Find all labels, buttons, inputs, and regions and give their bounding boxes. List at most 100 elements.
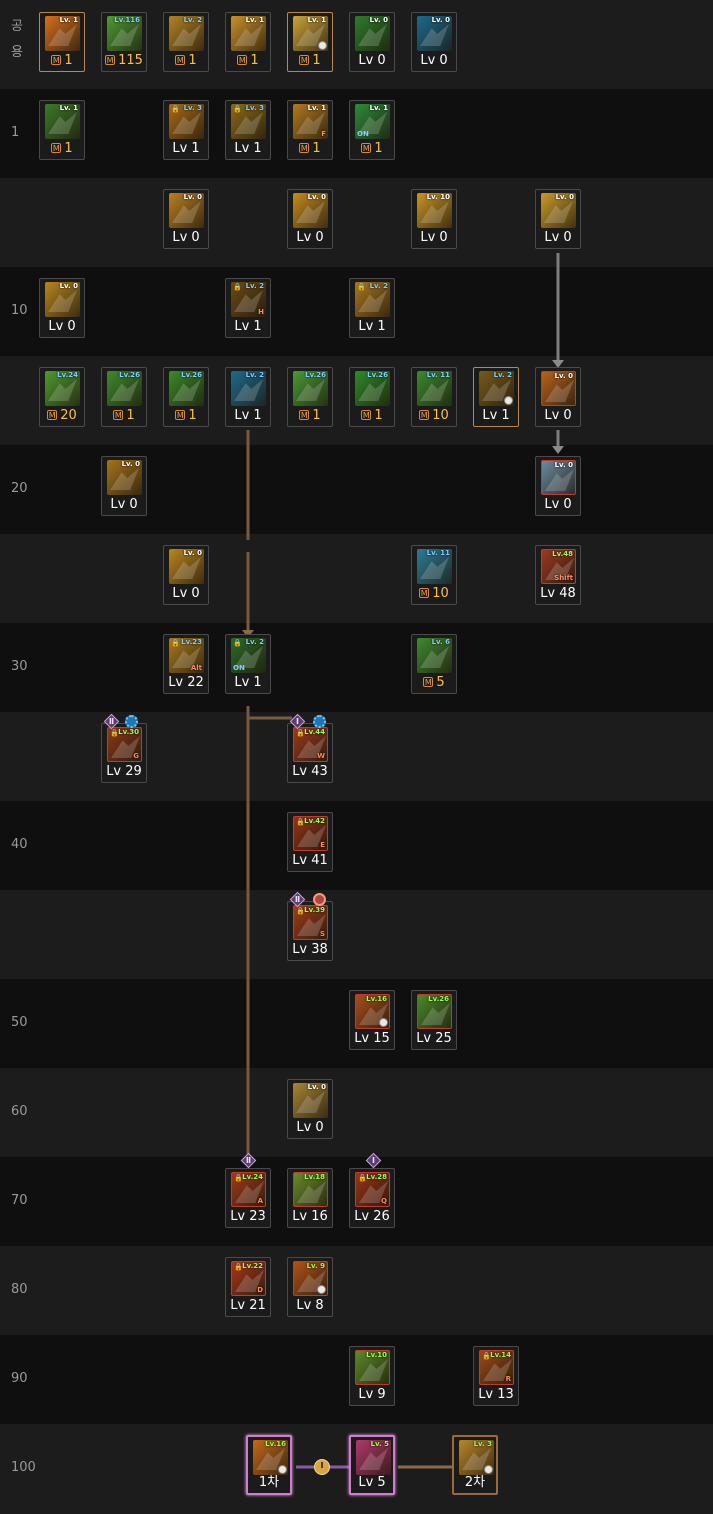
skill-slot[interactable]: Lv.116 M 115 bbox=[101, 12, 147, 72]
skill-slot[interactable]: Lv. 1 F M1 bbox=[287, 100, 333, 160]
gold-bolt-icon: Lv. 0 bbox=[169, 549, 204, 584]
green-moon-icon: Lv. 2 🔒 ON bbox=[231, 638, 266, 673]
max-level-tag: Lv. 2 bbox=[245, 282, 264, 290]
skill-slot[interactable]: Lv.26 M 1 bbox=[287, 367, 333, 427]
skill-level: Lv 0 bbox=[358, 53, 386, 68]
max-level-tag: Lv. 11 bbox=[426, 371, 450, 379]
hotkey-label: D bbox=[257, 1286, 263, 1294]
skill-slot[interactable]: Lv. 1 M1 bbox=[225, 12, 271, 72]
skill-slot[interactable]: Lv. 0 Lv 0 bbox=[535, 456, 581, 516]
mastery-icon: M bbox=[105, 55, 116, 65]
max-level-tag: Lv.23 bbox=[181, 638, 202, 646]
skill-slot[interactable]: Lv.26 M 1 bbox=[349, 367, 395, 427]
skill-slot[interactable]: Lv. 2 🔒 Lv 1 bbox=[349, 278, 395, 338]
max-level-tag: Lv. 6 bbox=[431, 638, 450, 646]
lock-icon: 🔒 bbox=[234, 1174, 243, 1182]
skill-slot[interactable]: Lv.28 🔒 Q Lv 26 bbox=[349, 1168, 395, 1228]
skill-slot[interactable]: Lv.10 Lv 9 bbox=[349, 1346, 395, 1406]
max-level-tag: Lv. 2 bbox=[245, 371, 264, 379]
skill-slot[interactable]: Lv. 0 Lv 0 bbox=[411, 12, 457, 72]
skill-slot[interactable]: Lv.23 🔒 Alt Lv 22 bbox=[163, 634, 209, 694]
skill-slot[interactable]: Lv. 3 🔒 Lv 1 bbox=[163, 100, 209, 160]
skill-slot[interactable]: Lv.26 M 1 bbox=[101, 367, 147, 427]
skill-slot[interactable]: Lv.44 🔒 W Lv 43 bbox=[287, 723, 333, 783]
max-level-tag: Lv. 0 bbox=[555, 193, 574, 201]
skill-slot[interactable]: Lv.42 🔒 E Lv 41 bbox=[287, 812, 333, 872]
hotkey-label: R bbox=[505, 1375, 511, 1383]
red-whirl-icon: Lv.24 🔒 A bbox=[231, 1172, 266, 1207]
skill-slot[interactable]: Lv.14 🔒 R Lv 13 bbox=[473, 1346, 519, 1406]
skill-slot[interactable]: Lv. 3 🔒 Lv 1 bbox=[225, 100, 271, 160]
skill-slot[interactable]: Lv. 0 Lv 0 bbox=[101, 456, 147, 516]
green-blades-icon: Lv.24 bbox=[45, 371, 80, 406]
skill-slot[interactable]: Lv. 11 M 10 bbox=[411, 545, 457, 605]
gold-dash-icon: Lv. 0 bbox=[107, 460, 142, 495]
max-level-tag: Lv.16 bbox=[265, 1440, 286, 1448]
icon-shape bbox=[48, 24, 77, 46]
skill-slot[interactable]: Lv. 6 M5 bbox=[411, 634, 457, 694]
skill-slot[interactable]: Lv. 1 M1 bbox=[39, 12, 85, 72]
skill-slot[interactable]: Lv. 9 Lv 8 bbox=[287, 1257, 333, 1317]
skill-slot[interactable]: Lv. 1 M1 bbox=[287, 12, 333, 72]
skill-slot[interactable]: Lv. 0 Lv 0 bbox=[535, 189, 581, 249]
max-level-tag: Lv. 0 bbox=[307, 193, 326, 201]
skill-slot[interactable]: Lv.16 Lv 15 bbox=[349, 990, 395, 1050]
mastery-icon: M bbox=[423, 677, 434, 687]
skill-slot[interactable]: Lv.18 Lv 16 bbox=[287, 1168, 333, 1228]
green-dragon-icon: Lv. 1 ON bbox=[355, 104, 390, 139]
skill-slot[interactable]: Lv.16 1차 bbox=[246, 1435, 292, 1495]
mastery-level: 1 bbox=[188, 408, 197, 423]
max-level-tag: Lv. 3 bbox=[473, 1440, 492, 1448]
rank-numeral: Ⅰ bbox=[296, 717, 299, 726]
skill-slot[interactable]: Lv. 0 Lv 0 bbox=[287, 189, 333, 249]
skill-slot[interactable]: Lv. 2 🔒 H Lv 1 bbox=[225, 278, 271, 338]
skill-slot[interactable]: Lv.24 🔒 A Lv 23 bbox=[225, 1168, 271, 1228]
skill-slot[interactable]: Lv. 1 ON M 1 bbox=[349, 100, 395, 160]
skill-level: Lv 15 bbox=[354, 1031, 390, 1046]
icon-shape bbox=[234, 112, 263, 134]
skill-slot[interactable]: Lv.26 M 1 bbox=[163, 367, 209, 427]
icon-shape bbox=[359, 1359, 388, 1381]
skill-slot[interactable]: Lv. 1 M1 bbox=[39, 100, 85, 160]
skill-slot[interactable]: Lv. 0 Lv 0 bbox=[535, 367, 581, 427]
skill-slot[interactable]: Lv.30 🔒 G Lv 29 bbox=[101, 723, 147, 783]
max-level-tag: Lv.42 bbox=[304, 817, 325, 825]
skill-slot[interactable]: Lv. 0 Lv 0 bbox=[349, 12, 395, 72]
gold-swirl-icon: Lv. 3 🔒 bbox=[231, 104, 266, 139]
rank-diamond-icon: Ⅱ bbox=[289, 891, 306, 908]
awaken-2-icon: Lv. 3 bbox=[459, 1440, 494, 1475]
cooldown-clock-icon bbox=[314, 1459, 330, 1475]
max-level-tag: Lv.28 bbox=[366, 1173, 387, 1181]
skill-slot[interactable]: Lv.26 Lv 25 bbox=[411, 990, 457, 1050]
skill-slot[interactable]: Lv. 2 Lv 1 bbox=[225, 367, 271, 427]
skill-slot[interactable]: Lv. 10 Lv 0 bbox=[411, 189, 457, 249]
skill-slot[interactable]: Lv.22 🔒 D Lv 21 bbox=[225, 1257, 271, 1317]
skill-slot[interactable]: Lv.39 🔒 S Lv 38 bbox=[287, 901, 333, 961]
skill-slot[interactable]: Lv. 5 Lv 5 bbox=[349, 1435, 395, 1495]
skill-slot[interactable]: Lv. 2 Lv 1 bbox=[473, 367, 519, 427]
skill-slot[interactable]: Lv. 0 Lv 0 bbox=[39, 278, 85, 338]
skill-slot[interactable]: Lv. 3 2차 bbox=[452, 1435, 498, 1495]
lock-icon: 🔒 bbox=[296, 907, 305, 915]
mastery-level: 5 bbox=[436, 675, 445, 690]
skill-slot[interactable]: Lv.24 M 20 bbox=[39, 367, 85, 427]
lock-icon: 🔒 bbox=[171, 639, 180, 647]
skill-slot[interactable]: Lv. 0 Lv 0 bbox=[287, 1079, 333, 1139]
skill-slot[interactable]: Lv. 11 M 10 bbox=[411, 367, 457, 427]
max-level-tag: Lv.26 bbox=[119, 371, 140, 379]
lock-icon: 🔒 bbox=[234, 1263, 243, 1271]
gold-flex-icon: Lv. 2 🔒 bbox=[355, 282, 390, 317]
skill-slot[interactable]: Lv. 2 🔒 ON Lv 1 bbox=[225, 634, 271, 694]
steel-shield-icon: Lv. 0 bbox=[541, 460, 576, 495]
skill-slot[interactable]: Lv. 2 M1 bbox=[163, 12, 209, 72]
gold-runner-icon: Lv. 2 bbox=[169, 16, 204, 51]
max-level-tag: Lv.14 bbox=[490, 1351, 511, 1359]
icon-shape bbox=[544, 201, 573, 223]
skill-slot[interactable]: Lv.48 Shift Lv 48 bbox=[535, 545, 581, 605]
skill-level: Lv 0 bbox=[296, 1120, 324, 1135]
skill-slot[interactable]: Lv. 0 Lv 0 bbox=[163, 189, 209, 249]
skill-level: 1차 bbox=[258, 1475, 280, 1490]
skill-slot[interactable]: Lv. 0 Lv 0 bbox=[163, 545, 209, 605]
icon-shape bbox=[421, 1003, 450, 1025]
mastery-icon: M bbox=[419, 588, 430, 598]
